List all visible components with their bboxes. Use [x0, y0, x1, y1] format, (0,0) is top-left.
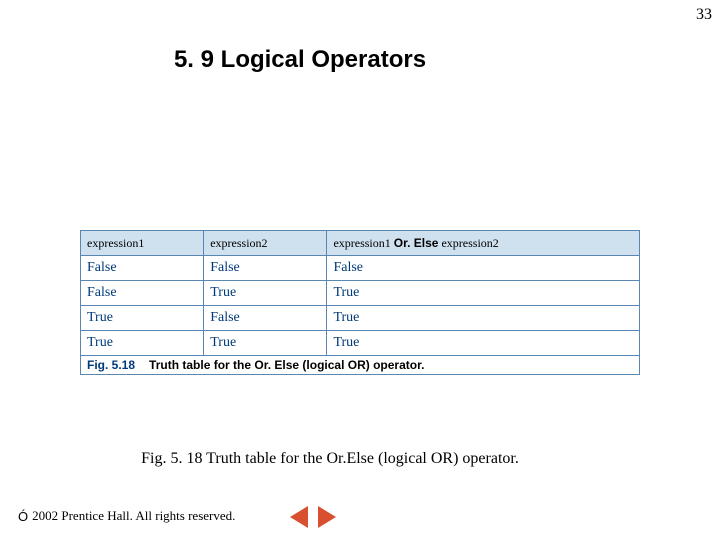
- figure-caption: Fig. 5. 18 Truth table for the Or.Else (…: [0, 450, 690, 468]
- page-number: 33: [696, 6, 712, 24]
- page-title: 5. 9 Logical Operators: [0, 46, 660, 74]
- prev-slide-icon[interactable]: [290, 506, 308, 528]
- cell: True: [327, 281, 640, 306]
- cell: False: [204, 256, 327, 281]
- caption-op2: OR: [348, 358, 366, 372]
- table-header-row: expression1 expression2 expression1 Or. …: [81, 231, 640, 256]
- cell: False: [204, 306, 327, 331]
- cell: False: [327, 256, 640, 281]
- next-slide-icon[interactable]: [318, 506, 336, 528]
- cell: True: [204, 331, 327, 356]
- cell: True: [327, 306, 640, 331]
- caption-pre: Truth table for the: [149, 358, 254, 372]
- col-header-3-post: expression2: [438, 236, 498, 250]
- table-row: True False True: [81, 306, 640, 331]
- footer-copyright: Ó 2002 Prentice Hall. All rights reserve…: [18, 508, 235, 524]
- truth-table: expression1 expression2 expression1 Or. …: [80, 230, 640, 356]
- cell: False: [81, 281, 204, 306]
- table-caption-text: Truth table for the Or. Else (logical OR…: [149, 358, 424, 372]
- col-header-3-pre: expression1: [333, 236, 393, 250]
- caption-op: Or. Else: [254, 358, 299, 372]
- cell: True: [327, 331, 640, 356]
- cell: True: [81, 306, 204, 331]
- caption-mid: (logical: [299, 358, 348, 372]
- cell: True: [81, 331, 204, 356]
- col-header-1: expression1: [81, 231, 204, 256]
- table-row: False False False: [81, 256, 640, 281]
- caption-post: ) operator.: [366, 358, 425, 372]
- truth-table-wrap: expression1 expression2 expression1 Or. …: [80, 230, 640, 375]
- table-row: False True True: [81, 281, 640, 306]
- col-header-2: expression2: [204, 231, 327, 256]
- cell: True: [204, 281, 327, 306]
- copyright-symbol: Ó: [18, 509, 28, 524]
- table-row: True True True: [81, 331, 640, 356]
- slide-nav: [290, 506, 336, 528]
- col-header-3-op: Or. Else: [394, 236, 439, 250]
- copyright-text: 2002 Prentice Hall. All rights reserved.: [32, 508, 235, 524]
- col-header-3: expression1 Or. Else expression2: [327, 231, 640, 256]
- cell: False: [81, 256, 204, 281]
- table-caption-bar: Fig. 5.18 Truth table for the Or. Else (…: [80, 356, 640, 375]
- table-caption-fignum: Fig. 5.18: [87, 358, 135, 372]
